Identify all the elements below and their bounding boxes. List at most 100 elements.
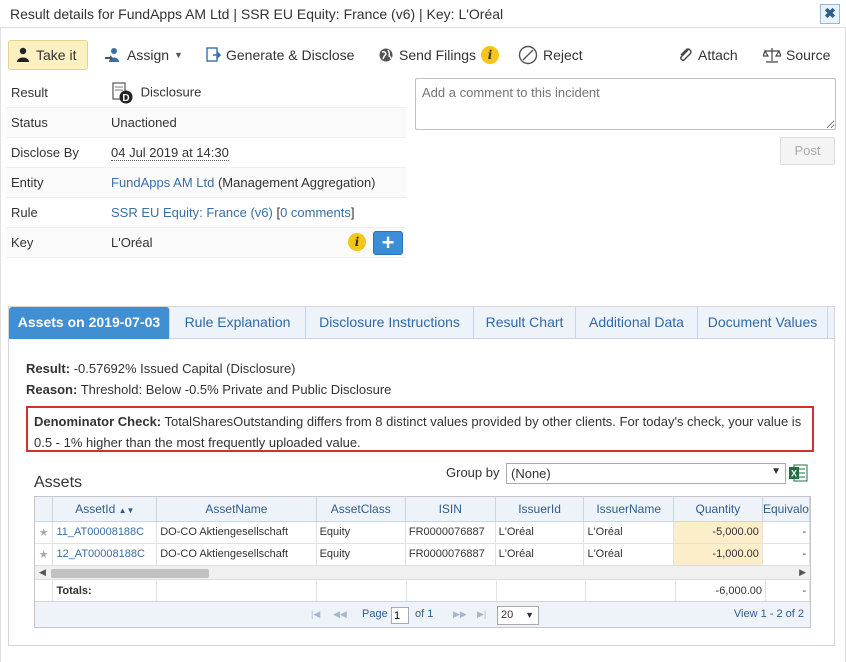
tab-assets[interactable]: Assets on 2019-07-03: [9, 307, 170, 339]
key-info-icon[interactable]: i: [348, 233, 366, 251]
tab-additional-data[interactable]: Additional Data: [576, 307, 698, 339]
send-filings-label: Send Filings: [399, 47, 477, 63]
totals-empty: [406, 581, 497, 602]
detail-row-disclose-by: Disclose By 04 Jul 2019 at 14:30: [6, 138, 406, 168]
column-header-assetname[interactable]: AssetName: [156, 497, 317, 522]
tab-rule-explanation[interactable]: Rule Explanation: [170, 307, 306, 339]
rule-label: Rule: [11, 205, 38, 220]
info-icon[interactable]: i: [481, 46, 500, 64]
post-button[interactable]: Post: [780, 137, 835, 165]
column-header-assetid[interactable]: AssetId ▲▼: [52, 497, 158, 522]
column-header-equivalent[interactable]: Equivalo: [762, 497, 810, 522]
asset-class-cell: Equity: [316, 543, 406, 566]
column-header-assetclass[interactable]: AssetClass: [316, 497, 406, 522]
totals-row: Totals: -6,000.00 -: [35, 581, 810, 602]
rule-value: SSR EU Equity: France (v6) [0 comments]: [111, 205, 355, 220]
dialog-title: Result details for FundApps AM Ltd | SSR…: [10, 6, 504, 22]
dialog-titlebar: Result details for FundApps AM Ltd | SSR…: [0, 0, 846, 28]
disclose-by-label: Disclose By: [11, 145, 79, 160]
status-value: Unactioned: [111, 115, 177, 130]
disclose-by-value[interactable]: 04 Jul 2019 at 14:30: [111, 145, 229, 161]
totals-empty: [156, 581, 317, 602]
key-link[interactable]: L'Oréal: [111, 235, 153, 250]
entity-link[interactable]: FundApps AM Ltd: [111, 175, 214, 190]
issuer-name-cell: L'Oréal: [583, 521, 674, 544]
table-row[interactable]: ★ 11_AT00008188C DO-CO Aktiengesellschaf…: [35, 521, 810, 544]
asset-class-cell: Equity: [316, 521, 406, 544]
asset-id-cell[interactable]: 12_AT00008188C: [52, 543, 158, 566]
result-summary: Result: -0.57692% Issued Capital (Disclo…: [26, 361, 296, 376]
detail-row-rule: Rule SSR EU Equity: France (v6) [0 comme…: [6, 198, 406, 228]
generate-disclose-button[interactable]: Generate & Disclose: [199, 40, 360, 70]
svg-text:D: D: [122, 93, 129, 104]
assets-table: AssetId ▲▼ AssetName AssetClass ISIN Iss…: [35, 497, 810, 566]
column-header-issuerid[interactable]: IssuerId: [495, 497, 585, 522]
assets-grid: AssetId ▲▼ AssetName AssetClass ISIN Iss…: [34, 496, 811, 628]
send-filings-button[interactable]: Send Filings i: [372, 40, 505, 70]
issuer-name-cell: L'Oréal: [583, 543, 674, 566]
table-header-row: AssetId ▲▼ AssetName AssetClass ISIN Iss…: [35, 497, 810, 522]
totals-spacer: [35, 581, 54, 602]
next-page-icon[interactable]: ▶▶: [453, 609, 467, 620]
detail-row-key: Key L'Oréal i +: [6, 228, 406, 258]
comment-input[interactable]: [415, 78, 836, 130]
first-page-icon[interactable]: |◀: [311, 609, 320, 620]
tab-result-chart[interactable]: Result Chart: [474, 307, 576, 339]
group-by-select[interactable]: (None) ▼: [506, 463, 786, 484]
entity-suffix: (Management Aggregation): [217, 175, 376, 190]
equivalent-cell: -: [762, 521, 810, 544]
horizontal-scrollbar[interactable]: ◀ ▶: [35, 565, 810, 580]
globe-icon: [379, 48, 393, 62]
result-value: Disclosure: [140, 84, 202, 100]
page-label: Page: [362, 608, 388, 620]
quantity-cell: -1,000.00: [673, 543, 763, 566]
entity-label: Entity: [11, 175, 44, 190]
source-label: Source: [786, 47, 831, 63]
rule-link[interactable]: SSR EU Equity: France (v6): [111, 205, 273, 220]
totals-empty: [316, 581, 407, 602]
page-of-label: of 1: [415, 608, 434, 620]
asset-id-cell[interactable]: 11_AT00008188C: [52, 521, 158, 544]
scrollbar-thumb[interactable]: [51, 569, 209, 578]
add-button[interactable]: +: [373, 231, 403, 255]
scroll-left-icon[interactable]: ◀: [39, 567, 46, 578]
quantity-cell: -5,000.00: [673, 521, 763, 544]
entity-value: FundApps AM Ltd (Management Aggregation): [111, 175, 376, 190]
column-header-issuername[interactable]: IssuerName: [583, 497, 674, 522]
toolbar: Take it Assign ▼ Generate & Disclose Sen…: [0, 36, 846, 72]
denominator-label: Denominator Check:: [34, 414, 162, 429]
tab-document-values[interactable]: Document Values: [698, 307, 828, 339]
excel-export-icon[interactable]: X: [788, 463, 808, 483]
page-number-input[interactable]: [391, 607, 409, 624]
star-icon[interactable]: ★: [35, 521, 54, 544]
column-header-quantity[interactable]: Quantity: [673, 497, 763, 522]
star-icon[interactable]: ★: [35, 543, 54, 566]
assign-button[interactable]: Assign ▼: [98, 40, 189, 70]
last-page-icon[interactable]: ▶|: [477, 609, 486, 620]
tab-bar: Assets on 2019-07-03 Rule Explanation Di…: [9, 307, 834, 339]
chevron-down-icon: ▼: [174, 50, 183, 60]
attach-button[interactable]: Attach: [671, 40, 744, 70]
reject-label: Reject: [543, 47, 583, 63]
source-button[interactable]: Source: [757, 40, 836, 70]
result-label: Result: [11, 85, 48, 100]
close-button[interactable]: ✖: [820, 4, 840, 24]
take-it-label: Take it: [36, 47, 77, 63]
take-it-button[interactable]: Take it: [8, 40, 88, 70]
paperclip-icon: [680, 48, 692, 61]
svg-text:X: X: [791, 469, 797, 479]
isin-cell: FR0000076887: [405, 543, 496, 566]
reject-button[interactable]: Reject: [512, 40, 589, 70]
page-size-select[interactable]: 20 ▼: [497, 606, 539, 625]
prev-page-icon[interactable]: ◀◀: [333, 609, 347, 620]
table-row[interactable]: ★ 12_AT00008188C DO-CO Aktiengesellschaf…: [35, 543, 810, 566]
column-header-isin[interactable]: ISIN: [405, 497, 496, 522]
result-summary-label: Result:: [26, 361, 71, 376]
tab-disclosure-instructions[interactable]: Disclosure Instructions: [306, 307, 474, 339]
totals-equivalent: -: [765, 581, 810, 602]
scroll-right-icon[interactable]: ▶: [799, 567, 806, 578]
rule-comments-link[interactable]: 0 comments: [280, 205, 351, 220]
totals-quantity: -6,000.00: [675, 581, 767, 602]
key-label: Key: [11, 235, 34, 250]
denominator-check-box: Denominator Check: TotalSharesOutstandin…: [26, 406, 814, 452]
